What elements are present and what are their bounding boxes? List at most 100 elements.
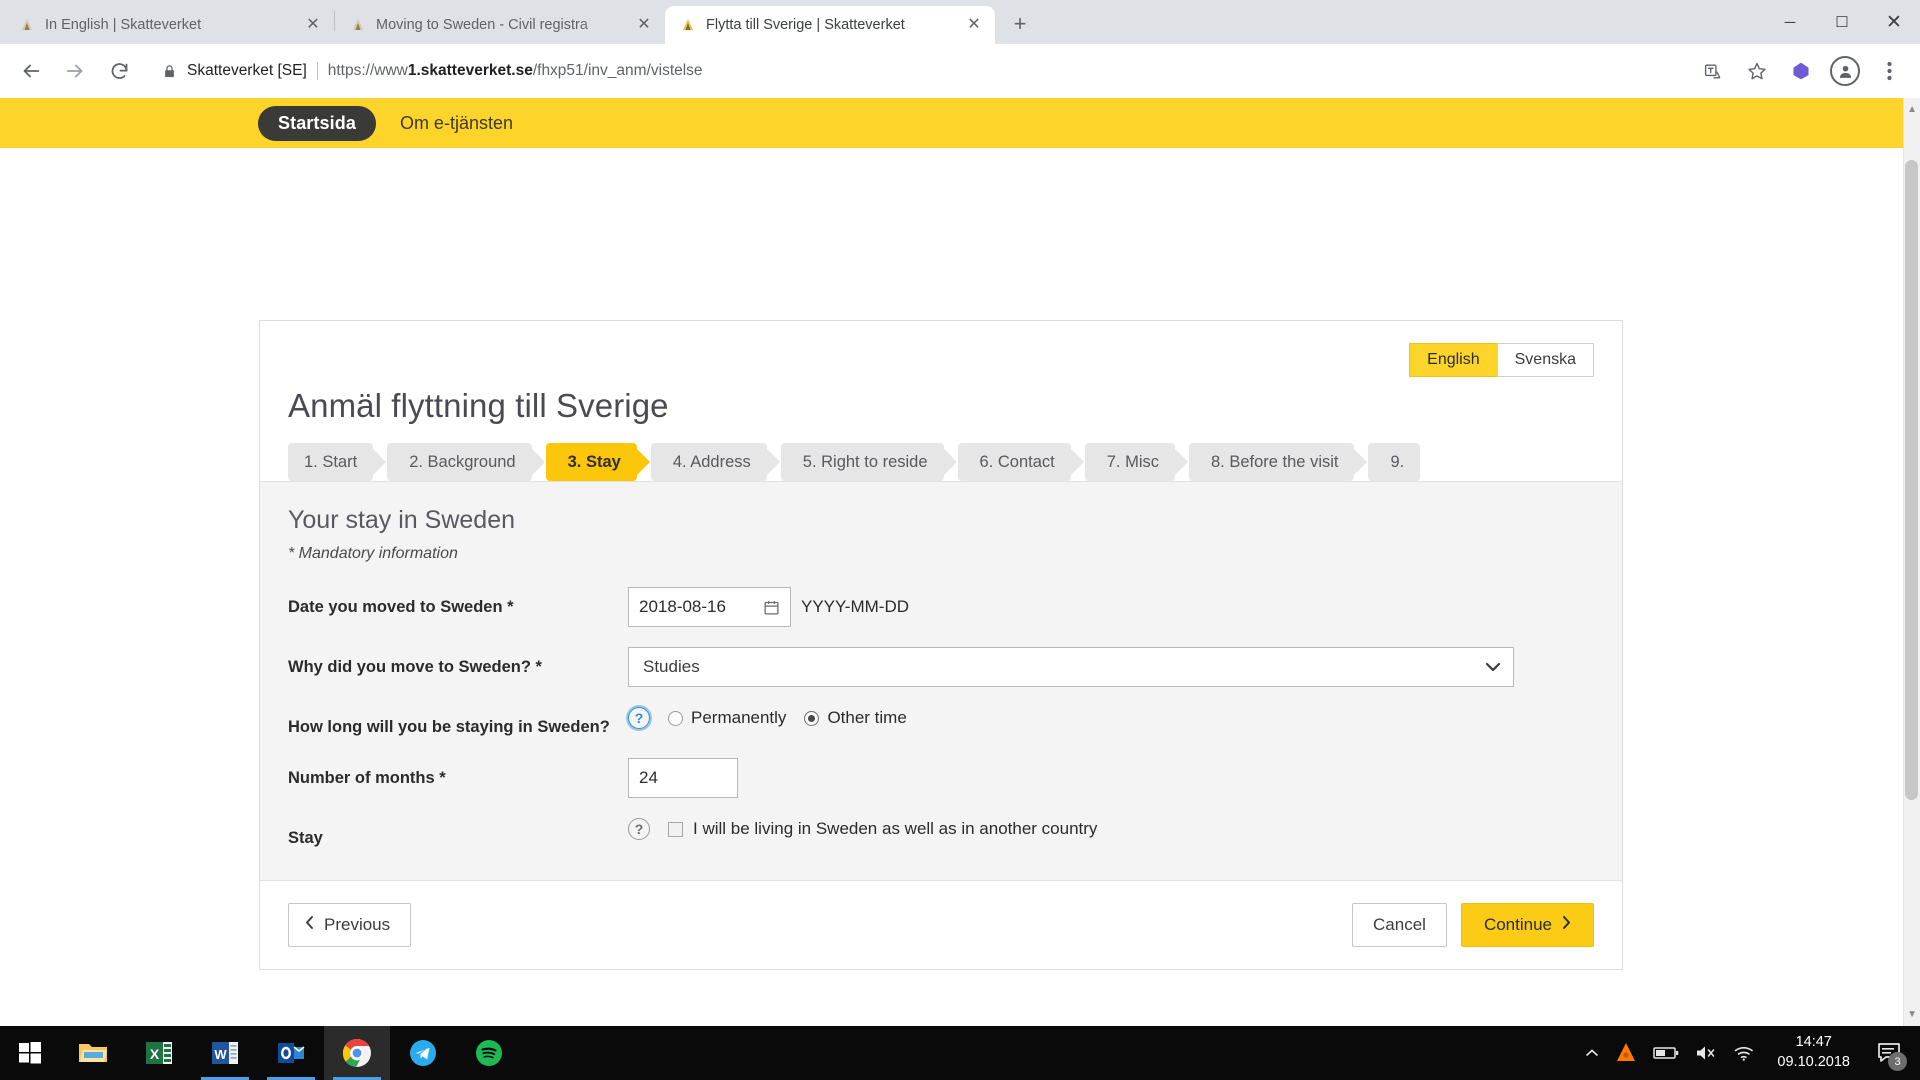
word-icon[interactable]: W	[192, 1026, 258, 1080]
label-reason: Why did you move to Sweden? *	[288, 658, 542, 676]
chevron-right-icon	[1562, 915, 1571, 935]
windows-start-icon[interactable]	[0, 1026, 60, 1080]
close-icon[interactable]: ✕	[633, 14, 655, 36]
telegram-icon[interactable]	[390, 1026, 456, 1080]
window-controls: ─ ☐ ✕	[1764, 0, 1920, 44]
radio-option-other-time[interactable]: Other time	[804, 708, 907, 728]
page-viewport: Startsida Om e-tjänsten English Svenska …	[0, 98, 1920, 1026]
stay-checkbox-label: I will be living in Sweden as well as in…	[693, 819, 1098, 839]
date-moved-input[interactable]: 2018-08-16	[628, 587, 791, 627]
browser-tab-2[interactable]: Moving to Sweden - Civil registra ✕	[335, 6, 665, 44]
scroll-up-arrow-icon[interactable]: ▲	[1907, 104, 1917, 115]
previous-button[interactable]: Previous	[288, 902, 412, 947]
skatteverket-favicon	[679, 16, 697, 34]
continue-button-label: Continue	[1483, 914, 1552, 934]
label-stay: Stay	[288, 829, 323, 848]
reload-icon[interactable]	[98, 50, 140, 92]
browser-window: In English | Skatteverket ✕ Moving to Sw…	[0, 0, 1920, 1026]
language-option-english[interactable]: English	[1409, 343, 1497, 377]
previous-button-label: Previous	[324, 914, 391, 934]
show-hidden-icons-chevron[interactable]	[1585, 1048, 1599, 1058]
skatteverket-favicon	[18, 16, 36, 34]
extension-icon[interactable]	[1780, 50, 1822, 92]
scroll-down-arrow-icon[interactable]: ▼	[1907, 1009, 1917, 1020]
file-explorer-icon[interactable]	[60, 1026, 126, 1080]
skatteverket-favicon	[349, 16, 367, 34]
close-icon[interactable]: ✕	[963, 14, 985, 36]
forward-arrow-icon[interactable]	[54, 50, 96, 92]
site-identity-label: Skatteverket [SE]	[187, 62, 307, 79]
cancel-button-label: Cancel	[1373, 914, 1426, 934]
nav-item-startsida[interactable]: Startsida	[258, 105, 376, 141]
more-menu-icon[interactable]	[1868, 50, 1910, 92]
step-item-5[interactable]: 5. Right to reside	[780, 443, 944, 481]
maximize-button[interactable]: ☐	[1816, 0, 1868, 44]
label-months: Number of months *	[288, 769, 446, 788]
field-row-stay: Stay ? I will be living in Sweden as wel…	[288, 818, 1594, 849]
chevron-left-icon	[305, 915, 314, 935]
radio-other-time-label: Other time	[827, 708, 907, 727]
section-title: Your stay in Sweden	[288, 506, 516, 534]
spotify-icon[interactable]	[456, 1026, 522, 1080]
nav-item-om-etjansten[interactable]: Om e-tjänsten	[386, 106, 527, 141]
help-question-icon[interactable]: ?	[628, 707, 650, 729]
form-body: Your stay in Sweden * Mandatory informat…	[260, 481, 1622, 880]
back-arrow-icon[interactable]	[10, 50, 52, 92]
taskbar-clock[interactable]: 14:47 09.10.2018	[1771, 1033, 1856, 1072]
label-date-moved: Date you moved to Sweden *	[288, 598, 514, 616]
form-card: English Svenska Anmäl flyttning till Sve…	[259, 320, 1623, 970]
notification-center-icon[interactable]: 3	[1872, 1036, 1907, 1071]
page-scrollbar[interactable]: ▲ ▼	[1903, 98, 1920, 1026]
avast-icon[interactable]	[1615, 1042, 1637, 1064]
radio-option-permanently[interactable]: Permanently	[668, 708, 786, 728]
date-moved-value: 2018-08-16	[639, 597, 726, 616]
step-item-2[interactable]: 2. Background	[387, 443, 532, 481]
bookmark-star-icon[interactable]	[1736, 50, 1778, 92]
new-tab-button[interactable]: +	[1003, 7, 1037, 41]
svg-text:X: X	[150, 1046, 160, 1062]
field-row-months: Number of months * 24	[288, 758, 1594, 799]
months-input[interactable]: 24	[628, 758, 738, 799]
calendar-icon[interactable]	[763, 599, 780, 616]
address-bar[interactable]: Skatteverket [SE] https://www1.skattever…	[150, 53, 1682, 89]
browser-tab-1[interactable]: In English | Skatteverket ✕	[4, 6, 334, 44]
radio-permanently[interactable]	[668, 710, 683, 726]
step-item-3[interactable]: 3. Stay	[545, 443, 637, 481]
battery-icon[interactable]	[1653, 1046, 1679, 1060]
toolbar-actions	[1692, 50, 1910, 92]
help-question-icon[interactable]: ?	[628, 818, 650, 841]
field-row-date-moved: Date you moved to Sweden * 2018-08-16 YY…	[288, 587, 1594, 627]
outlook-icon[interactable]	[258, 1026, 324, 1080]
browser-tab-3[interactable]: Flytta till Sverige | Skatteverket ✕	[665, 6, 995, 44]
step-item-1[interactable]: 1. Start	[288, 443, 374, 481]
system-tray: 14:47 09.10.2018 3	[1585, 1033, 1920, 1072]
step-item-9[interactable]: 9.	[1368, 443, 1421, 481]
mandatory-note: * Mandatory information	[288, 545, 458, 562]
step-item-4[interactable]: 4. Address	[650, 443, 767, 481]
date-format-hint: YYYY-MM-DD	[801, 597, 909, 616]
cancel-button[interactable]: Cancel	[1352, 902, 1447, 947]
translate-icon[interactable]	[1692, 50, 1734, 92]
continue-button[interactable]: Continue	[1460, 902, 1594, 947]
step-item-7[interactable]: 7. Misc	[1084, 443, 1175, 481]
months-value: 24	[639, 768, 658, 788]
step-navigation: 1. Start 2. Background 3. Stay 4. Addres…	[260, 443, 1622, 481]
volume-muted-icon[interactable]	[1695, 1044, 1717, 1062]
chrome-icon[interactable]	[324, 1026, 390, 1080]
step-item-6[interactable]: 6. Contact	[957, 443, 1071, 481]
step-item-8[interactable]: 8. Before the visit	[1189, 443, 1355, 481]
excel-icon[interactable]: X	[126, 1026, 192, 1080]
scrollbar-thumb[interactable]	[1905, 160, 1918, 800]
wifi-icon[interactable]	[1733, 1044, 1755, 1062]
close-window-button[interactable]: ✕	[1868, 0, 1920, 44]
tab-title: Moving to Sweden - Civil registra	[376, 17, 588, 33]
minimize-button[interactable]: ─	[1764, 0, 1816, 44]
profile-avatar-icon[interactable]	[1824, 50, 1866, 92]
close-icon[interactable]: ✕	[302, 14, 324, 36]
stay-checkbox[interactable]	[668, 821, 683, 837]
windows-taskbar: X W 14:47 09.10.2018 3	[0, 1026, 1920, 1080]
radio-other-time[interactable]	[804, 710, 820, 726]
omnibox-divider	[316, 62, 318, 80]
language-option-svenska[interactable]: Svenska	[1496, 343, 1594, 377]
reason-select[interactable]: Studies	[628, 647, 1514, 687]
